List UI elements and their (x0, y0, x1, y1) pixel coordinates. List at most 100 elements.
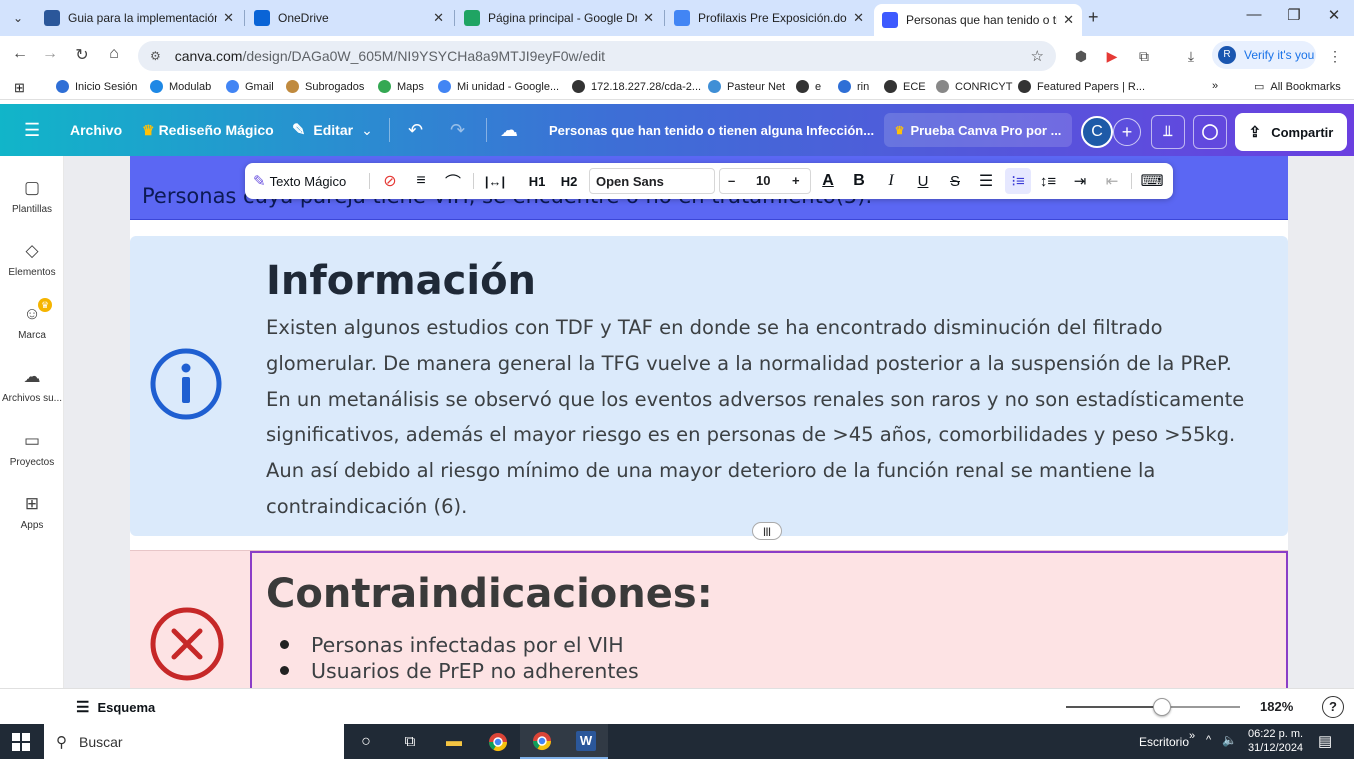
document-title[interactable]: Personas que han tenido o tienen alguna … (549, 104, 874, 156)
apps-grid-icon[interactable]: ⊞ (14, 80, 25, 96)
information-box[interactable]: Información Existen algunos estudios con… (130, 236, 1288, 536)
forward-arrow-icon[interactable]: → (38, 45, 62, 63)
close-tab-icon[interactable]: ✕ (1063, 12, 1074, 28)
information-title[interactable]: Información (266, 258, 536, 304)
bookmark-item[interactable]: Gmail (226, 80, 274, 93)
new-tab-button[interactable]: + (1088, 7, 1099, 28)
bookmark-item[interactable]: Modulab (150, 80, 211, 93)
font-family-dropdown[interactable]: Open Sans (589, 168, 715, 194)
share-button[interactable]: ⇪ Compartir (1235, 113, 1347, 151)
reload-icon[interactable]: ↻ (70, 45, 94, 65)
resize-handle[interactable]: ||| (752, 522, 782, 540)
browser-tab[interactable]: OneDrive ✕ (246, 4, 452, 32)
taskbar-search-box[interactable]: ⚲ Buscar (44, 724, 344, 759)
youtube-extension-icon[interactable]: ▶ (1103, 47, 1121, 65)
bookmark-item[interactable]: rin (838, 80, 869, 93)
italic-icon[interactable]: I (881, 163, 901, 199)
redo-icon[interactable]: ↷ (450, 104, 465, 156)
line-spacing-icon[interactable]: ↕≡ (1037, 163, 1059, 199)
minimize-window-button[interactable]: — (1234, 6, 1274, 23)
bookmarks-overflow-button[interactable]: » (1212, 80, 1218, 92)
browser-tab[interactable]: Profilaxis Pre Exposición.docx - ✕ (666, 4, 872, 32)
word-icon[interactable]: W (564, 724, 608, 759)
heading-2-button[interactable]: H2 (557, 163, 581, 199)
sidebar-item-apps[interactable]: ⊞ Apps (0, 494, 64, 531)
bulleted-list-icon[interactable]: ⁝≡ (1005, 168, 1031, 194)
user-avatar[interactable]: C (1081, 116, 1113, 148)
help-button[interactable]: ? (1322, 696, 1344, 718)
text-color-icon[interactable]: A (817, 163, 839, 199)
paint-format-icon[interactable]: ⌨ (1140, 163, 1163, 199)
design-canvas[interactable]: Personas cuya pareja tiene VIH, se encue… (64, 156, 1354, 688)
list-item[interactable]: Usuarios de PrEP no adherentes (280, 659, 639, 683)
cloud-sync-icon[interactable]: ☁ (500, 104, 518, 156)
browser-menu-icon[interactable]: ⋮ (1326, 47, 1344, 65)
sidebar-item-elements[interactable]: ◇ Elementos (0, 241, 64, 278)
tray-overflow-icon[interactable]: » (1189, 730, 1195, 742)
bookmark-item[interactable]: 172.18.227.28/cda-2... (572, 80, 701, 93)
home-icon[interactable]: ⌂ (102, 45, 126, 63)
font-size-stepper[interactable]: – 10 + (719, 168, 811, 194)
cortana-icon[interactable]: ○ (344, 724, 388, 759)
magic-redesign-button[interactable]: ♛ Rediseño Mágico (142, 104, 274, 156)
close-tab-icon[interactable]: ✕ (643, 10, 654, 26)
chrome-icon[interactable] (476, 724, 520, 759)
verify-profile-button[interactable]: R Verify it's you (1212, 41, 1316, 69)
back-arrow-icon[interactable]: ← (8, 45, 32, 63)
windows-start-icon[interactable] (12, 733, 30, 751)
magic-text-button[interactable]: ✎ Texto Mágico (253, 163, 346, 199)
add-collaborator-button[interactable]: + (1113, 118, 1141, 146)
menu-icon[interactable]: ☰ (24, 104, 40, 156)
bookmark-item[interactable]: Pasteur Net (708, 80, 785, 93)
contraindications-title[interactable]: Contraindicaciones: (266, 571, 713, 617)
notification-center-icon[interactable]: ▤ (1318, 732, 1332, 750)
archivo-menu-button[interactable]: Archivo (70, 104, 122, 156)
browser-tab-active[interactable]: Personas que han tenido o tien ✕ (874, 4, 1082, 36)
comments-icon[interactable]: ◯ (1193, 115, 1227, 149)
canva-pro-trial-button[interactable]: ♛ Prueba Canva Pro por ... (884, 113, 1072, 147)
design-page[interactable]: Personas cuya pareja tiene VIH, se encue… (130, 156, 1288, 688)
tray-chevron-icon[interactable]: ^ (1206, 734, 1211, 746)
system-clock[interactable]: 06:22 p. m. 31/12/2024 (1248, 727, 1303, 755)
indent-increase-icon[interactable]: ⇥ (1069, 163, 1091, 199)
bookmark-item[interactable]: ECE (884, 80, 926, 93)
letter-spacing-icon[interactable]: |↔| (481, 163, 509, 199)
list-item[interactable]: Personas infectadas por el VIH (280, 633, 624, 657)
curve-text-icon[interactable]: ⌒ (441, 163, 465, 199)
font-size-value[interactable]: 10 (756, 169, 770, 193)
information-body[interactable]: Existen algunos estudios con TDF y TAF e… (266, 310, 1276, 525)
browser-tab[interactable]: Página principal - Google Drive ✕ (456, 4, 662, 32)
close-tab-icon[interactable]: ✕ (433, 10, 444, 26)
browser-tab[interactable]: Guia para la implementación de ✕ (36, 4, 242, 32)
indent-decrease-icon[interactable]: ⇤ (1101, 163, 1123, 199)
downloads-icon[interactable]: ⤓ (1182, 47, 1200, 65)
bookmark-item[interactable]: Inicio Sesión (56, 80, 137, 93)
zoom-level[interactable]: 182% (1260, 699, 1293, 714)
task-view-icon[interactable]: ⧉ (388, 724, 432, 759)
file-explorer-icon[interactable]: ▬ (432, 724, 476, 759)
contraindications-box[interactable]: Contraindicaciones: Personas infectadas … (130, 550, 1288, 688)
line-weight-icon[interactable]: ≡ (409, 163, 433, 199)
heading-1-button[interactable]: H1 (525, 163, 549, 199)
desktop-toolbar-label[interactable]: Escritorio (1139, 735, 1189, 749)
sidebar-item-uploads[interactable]: ☁ Archivos su... (0, 367, 64, 404)
bookmark-item[interactable]: CONRICYT (936, 80, 1012, 93)
volume-icon[interactable]: 🔈 (1222, 733, 1237, 747)
address-bar[interactable]: ⚙ canva.com/design/DAGa0W_605M/NI9YSYCHa… (138, 41, 1056, 71)
all-bookmarks-button[interactable]: ▭ All Bookmarks (1254, 80, 1341, 94)
restore-window-button[interactable]: ❐ (1274, 6, 1314, 24)
bookmark-star-icon[interactable]: ☆ (1031, 47, 1044, 65)
text-color-none-icon[interactable]: ⊘ (377, 163, 403, 199)
strikethrough-icon[interactable]: S (945, 163, 965, 199)
chrome-profile-icon[interactable] (520, 724, 564, 759)
close-window-button[interactable]: ✕ (1314, 6, 1354, 24)
bold-icon[interactable]: B (849, 163, 869, 199)
tab-search-chevron-icon[interactable]: ⌄ (6, 7, 30, 29)
bookmark-item[interactable]: e (796, 80, 821, 93)
increase-size-button[interactable]: + (792, 169, 800, 193)
extensions-puzzle-icon[interactable]: ⧉ (1135, 47, 1153, 65)
outline-button[interactable]: ☰ Esquema (76, 698, 155, 716)
bookmark-item[interactable]: Maps (378, 80, 424, 93)
bookmark-item[interactable]: Subrogados (286, 80, 364, 93)
decrease-size-button[interactable]: – (728, 169, 735, 193)
